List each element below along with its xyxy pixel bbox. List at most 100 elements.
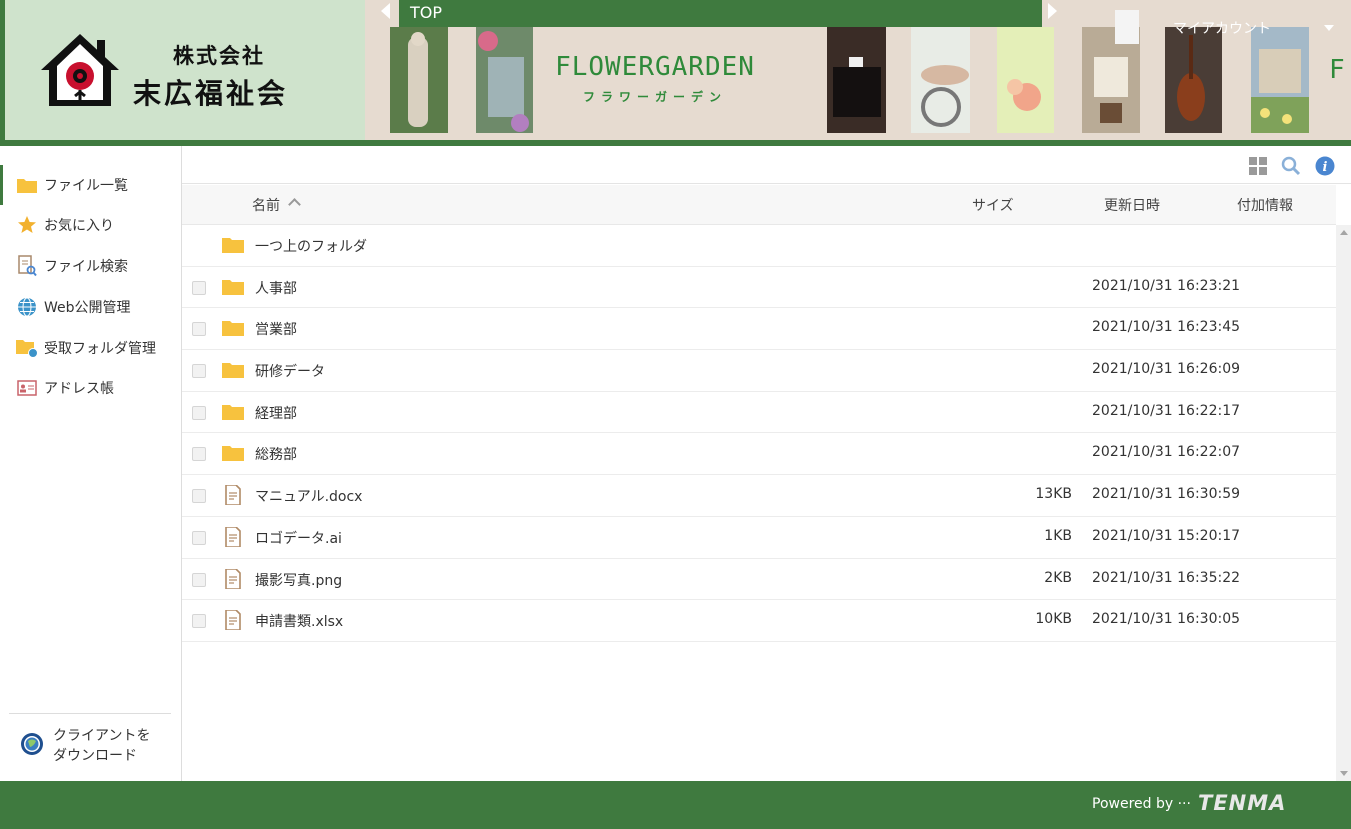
sidebar-item-file-search[interactable]: ファイル検索 — [0, 246, 181, 286]
client-globe-icon — [20, 732, 44, 760]
file-modified-date: 2021/10/31 16:26:09 — [1092, 361, 1241, 378]
folder-globe-icon — [16, 337, 38, 359]
sidebar-item-address-book[interactable]: アドレス帳 — [0, 368, 181, 408]
file-name[interactable]: 営業部 — [255, 319, 297, 339]
flower-entrance-photo-icon — [476, 27, 533, 133]
star-icon — [16, 214, 38, 236]
info-icon[interactable]: i — [1315, 156, 1335, 176]
row-checkbox[interactable] — [192, 280, 206, 295]
table-header: 名前 サイズ 更新日時 付加情報 — [182, 185, 1336, 225]
table-row[interactable]: 人事部 2021/10/31 16:23:21 — [182, 267, 1336, 309]
folder-icon — [222, 404, 244, 420]
file-search-icon — [16, 255, 38, 277]
document-icon — [225, 610, 241, 631]
folder-icon — [222, 279, 244, 295]
sidebar-item-file-list[interactable]: ファイル一覧 — [0, 165, 181, 205]
scroll-down-arrow-icon[interactable] — [1340, 771, 1348, 776]
row-checkbox[interactable] — [192, 364, 206, 379]
search-icon[interactable] — [1281, 156, 1301, 176]
row-checkbox[interactable] — [192, 572, 206, 587]
sidebar-item-label: 受取フォルダ管理 — [44, 341, 156, 357]
table-row[interactable]: 総務部 2021/10/31 16:22:07 — [182, 433, 1336, 476]
sidebar-item-web-publish[interactable]: Web公開管理 — [0, 287, 181, 327]
table-row[interactable]: 研修データ 2021/10/31 16:26:09 — [182, 350, 1336, 392]
divider — [9, 713, 171, 714]
row-checkbox[interactable] — [192, 447, 206, 462]
table-row[interactable]: 撮影写真.png 2KB 2021/10/31 16:35:22 — [182, 559, 1336, 601]
statue-photo-icon — [390, 27, 448, 133]
vertical-scrollbar[interactable] — [1336, 225, 1351, 781]
sidebar-item-label: Web公開管理 — [44, 300, 131, 316]
sidebar-item-label: ファイル一覧 — [44, 178, 128, 194]
up-folder-row[interactable]: 一つ上のフォルダ — [182, 225, 1336, 267]
column-header-size[interactable]: サイズ — [972, 195, 1014, 215]
row-checkbox[interactable] — [192, 322, 206, 337]
file-name[interactable]: 経理部 — [255, 403, 297, 423]
row-checkbox[interactable] — [192, 405, 206, 420]
column-header-name[interactable]: 名前 — [252, 195, 280, 215]
banner-next-arrow-icon[interactable] — [1048, 3, 1057, 19]
column-header-extra[interactable]: 付加情報 — [1237, 195, 1293, 215]
header: 株式会社 末広福祉会 FLOWERGARDEN フラワーガーデン F TOP マ… — [0, 0, 1351, 146]
folder-icon — [222, 446, 244, 462]
up-folder-label[interactable]: 一つ上のフォルダ — [255, 236, 367, 256]
download-client-button[interactable]: クライアントを ダウンロード — [20, 726, 150, 766]
sort-ascending-icon[interactable] — [288, 198, 301, 211]
file-list-panel: i 名前 サイズ 更新日時 付加情報 一つ上のフォルダ 人事部 2021/10/3… — [182, 146, 1351, 781]
bouquet-photo-icon — [997, 27, 1054, 133]
company-name-line1: 株式会社 — [173, 43, 265, 68]
banner-edge-letter: F — [1329, 55, 1345, 85]
svg-text:i: i — [1323, 160, 1328, 175]
grid-view-icon[interactable] — [1248, 156, 1268, 176]
notification-bell-icon[interactable] — [1115, 10, 1139, 44]
file-name[interactable]: 申請書類.xlsx — [255, 611, 343, 631]
company-logo[interactable]: 株式会社 末広福祉会 — [5, 0, 365, 140]
table-row[interactable]: ロゴデータ.ai 1KB 2021/10/31 15:20:17 — [182, 517, 1336, 559]
sidebar-item-label: アドレス帳 — [44, 381, 114, 397]
house-logo-icon — [41, 34, 119, 106]
file-modified-date: 2021/10/31 16:23:21 — [1092, 277, 1241, 294]
account-dropdown-caret-icon[interactable] — [1324, 25, 1334, 31]
sidebar-item-receive-folder[interactable]: 受取フォルダ管理 — [0, 328, 181, 368]
company-name-line2: 末広福祉会 — [133, 77, 289, 110]
row-checkbox[interactable] — [192, 614, 206, 629]
table-row[interactable]: 経理部 2021/10/31 16:22:17 — [182, 392, 1336, 434]
banner-prev-arrow-icon[interactable] — [381, 3, 390, 19]
folder-icon — [222, 363, 244, 379]
garden-photo-icon — [1251, 27, 1309, 133]
banner-title: FLOWERGARDEN — [555, 52, 755, 82]
footer: Powered by ··· TENMA — [0, 781, 1351, 829]
file-modified-date: 2021/10/31 16:22:07 — [1092, 444, 1241, 461]
document-icon — [225, 526, 241, 547]
file-name[interactable]: 人事部 — [255, 278, 297, 298]
sidebar: ファイル一覧 お気に入り ファイル検索 Web公開管理 受取フォルダ管理 アドレ… — [0, 146, 182, 781]
file-name[interactable]: 研修データ — [255, 361, 325, 381]
table-row[interactable]: 申請書類.xlsx 10KB 2021/10/31 16:30:05 — [182, 600, 1336, 642]
document-icon — [225, 485, 241, 506]
row-checkbox[interactable] — [192, 530, 206, 545]
my-account-menu[interactable]: マイアカウント — [1173, 18, 1271, 38]
powered-by-text: Powered by ··· — [1092, 796, 1191, 812]
row-checkbox[interactable] — [192, 489, 206, 504]
company-name: 株式会社 末広福祉会 — [133, 40, 353, 112]
file-name[interactable]: ロゴデータ.ai — [255, 528, 342, 548]
file-modified-date: 2021/10/31 16:22:17 — [1092, 402, 1241, 419]
file-name[interactable]: 総務部 — [255, 444, 297, 464]
address-card-icon — [16, 377, 38, 399]
sidebar-item-favorites[interactable]: お気に入り — [0, 205, 181, 245]
table-row[interactable]: マニュアル.docx 13KB 2021/10/31 16:30:59 — [182, 475, 1336, 517]
scroll-up-arrow-icon[interactable] — [1340, 230, 1348, 235]
top-nav-label[interactable]: TOP — [399, 0, 1042, 27]
banner-subtitle: フラワーガーデン — [582, 90, 727, 104]
sidebar-item-label: お気に入り — [44, 218, 114, 234]
file-size: 1KB — [1044, 527, 1072, 544]
contrabass-photo-icon — [1165, 27, 1222, 133]
table-row[interactable]: 営業部 2021/10/31 16:23:45 — [182, 308, 1336, 351]
column-header-modified[interactable]: 更新日時 — [1104, 195, 1160, 215]
file-name[interactable]: マニュアル.docx — [255, 486, 362, 506]
file-name[interactable]: 撮影写真.png — [255, 570, 342, 590]
tenma-logo[interactable]: TENMA — [1198, 791, 1286, 815]
caregiver-photo-icon — [911, 27, 970, 133]
file-modified-date: 2021/10/31 16:30:05 — [1092, 611, 1241, 628]
download-client-line1: クライアントを — [53, 728, 151, 744]
